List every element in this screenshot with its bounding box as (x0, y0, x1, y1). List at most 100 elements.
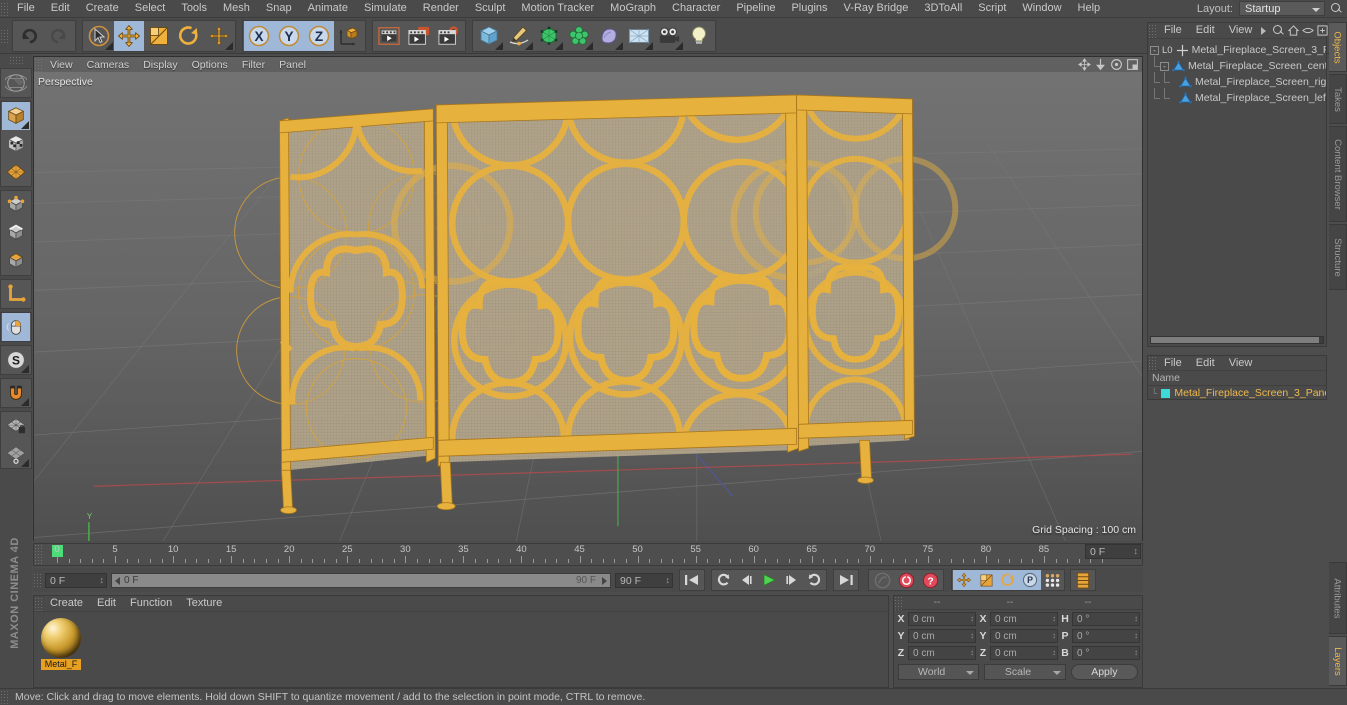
points-mode-button[interactable] (2, 191, 30, 219)
viewport-menu-filter[interactable]: Filter (235, 58, 272, 72)
size-z-field[interactable]: 0 cm (990, 645, 1058, 660)
viewport-menu-panel[interactable]: Panel (272, 58, 313, 72)
rotation-p-field[interactable]: 0 ° (1072, 628, 1140, 643)
menu-snap[interactable]: Snap (258, 0, 300, 17)
autokeying-button[interactable] (870, 570, 894, 590)
orbit-icon[interactable] (1110, 58, 1123, 71)
object-tree-row[interactable]: Metal_Fireplace_Screen_left (1150, 88, 1326, 106)
collapse-toggle[interactable]: - (1150, 45, 1159, 55)
add-generator-button[interactable] (534, 21, 564, 51)
rotation-h-field[interactable]: 0 ° (1072, 611, 1140, 626)
dolly-icon[interactable] (1094, 58, 1107, 71)
pla-key-button[interactable] (1041, 570, 1063, 590)
axis-x-lock-button[interactable]: X (244, 20, 274, 51)
menu-render[interactable]: Render (415, 0, 467, 17)
dock-tab-attributes[interactable]: Attributes (1329, 562, 1347, 634)
menu-window[interactable]: Window (1014, 0, 1069, 17)
menu-pipeline[interactable]: Pipeline (728, 0, 783, 17)
model-mode-button[interactable] (2, 102, 30, 130)
left-toolbar-grip[interactable] (9, 56, 23, 65)
coordinates-grip[interactable] (894, 595, 903, 610)
go-to-end-button[interactable] (835, 570, 857, 590)
snap-button[interactable] (2, 379, 30, 407)
viewport-menu-cameras[interactable]: Cameras (80, 58, 137, 72)
param-key-button[interactable]: P (1019, 570, 1041, 590)
eye-icon[interactable] (1302, 26, 1315, 35)
menu-mesh[interactable]: Mesh (215, 0, 258, 17)
add-spline-button[interactable] (504, 21, 534, 51)
menu-edit[interactable]: Edit (43, 0, 78, 17)
menu-select[interactable]: Select (127, 0, 174, 17)
object-axis-button[interactable] (2, 280, 30, 308)
search-icon[interactable] (1271, 24, 1285, 38)
play-forward-button[interactable] (803, 570, 825, 590)
timeline-grip[interactable] (34, 544, 43, 565)
menu-sculpt[interactable]: Sculpt (467, 0, 514, 17)
position-z-field[interactable]: 0 cm (908, 645, 976, 660)
new-layer-icon[interactable] (1317, 25, 1328, 36)
live-selection-button[interactable] (84, 21, 114, 51)
viewport-menu-display[interactable]: Display (136, 58, 184, 72)
record-active-objects-button[interactable] (894, 570, 918, 590)
scroll-right-arrow[interactable] (602, 576, 607, 585)
dock-tab-layers[interactable]: Layers (1329, 636, 1347, 686)
viewport-menu-options[interactable]: Options (185, 58, 235, 72)
rotation-key-button[interactable] (997, 570, 1019, 590)
object-manager-scrollbar[interactable] (1150, 336, 1324, 344)
dock-tab-structure[interactable]: Structure (1329, 224, 1347, 290)
undo-button[interactable] (14, 21, 44, 51)
timeline-ruler[interactable]: 051015202530354045505560657075808590 (33, 543, 1143, 566)
menu-script[interactable]: Script (970, 0, 1014, 17)
add-camera-button[interactable] (654, 21, 684, 51)
layer-menu-view[interactable]: View (1222, 355, 1260, 371)
menu-v-ray-bridge[interactable]: V-Ray Bridge (836, 0, 917, 17)
add-cube-button[interactable] (474, 21, 504, 51)
layout-dropdown[interactable]: Startup (1239, 1, 1325, 16)
scale-key-button[interactable] (975, 570, 997, 590)
layer-menu-file[interactable]: File (1157, 355, 1189, 371)
texture-mode-button[interactable] (2, 130, 30, 158)
rotate-tool-button[interactable] (174, 21, 204, 51)
position-x-field[interactable]: 0 cm (908, 611, 976, 626)
maximize-viewport-icon[interactable] (1126, 58, 1139, 71)
menu-create[interactable]: Create (78, 0, 127, 17)
render-view-button[interactable] (374, 21, 404, 51)
soft-selection-button[interactable]: S (2, 346, 30, 374)
menu-help[interactable]: Help (1070, 0, 1109, 17)
dock-tab-takes[interactable]: Takes (1329, 74, 1347, 124)
axis-y-lock-button[interactable]: Y (274, 20, 304, 51)
edges-mode-button[interactable] (2, 219, 30, 247)
object-manager-grip[interactable] (1148, 23, 1157, 38)
scrollbar-thumb[interactable] (1151, 337, 1319, 343)
play-button[interactable] (757, 570, 781, 590)
move-tool-button[interactable] (114, 20, 144, 51)
menu-simulate[interactable]: Simulate (356, 0, 415, 17)
previous-frame-button[interactable] (735, 570, 757, 590)
workplane-mode-button[interactable] (2, 158, 30, 186)
object-menu-file[interactable]: File (1157, 22, 1189, 38)
object-tree-row[interactable]: -L0 Metal_Fireplace_Screen_3_Panel_G (1150, 42, 1326, 58)
timeline-preview-field[interactable]: 0 F (1085, 544, 1141, 559)
world-coordinates-button[interactable] (334, 21, 364, 51)
menu-animate[interactable]: Animate (300, 0, 356, 17)
redo-button[interactable] (44, 21, 74, 51)
position-key-button[interactable] (953, 570, 975, 590)
material-menu-create[interactable]: Create (43, 595, 90, 611)
layer-row[interactable]: └ Metal_Fireplace_Screen_3_Panel_G (1148, 386, 1326, 400)
menu-character[interactable]: Character (664, 0, 728, 17)
layer-manager-grip[interactable] (1148, 356, 1157, 370)
timeline-track[interactable]: 051015202530354045505560657075808590 (43, 544, 1142, 565)
object-tree-row[interactable]: Metal_Fireplace_Screen_right (1150, 72, 1326, 90)
go-to-start-button[interactable] (681, 570, 703, 590)
object-menu-edit[interactable]: Edit (1189, 22, 1222, 38)
perspective-viewport[interactable]: Y X ViewCamerasDisplayOptionsFilterPanel (33, 56, 1143, 542)
render-to-picture-viewer-button[interactable] (404, 21, 434, 51)
pan-icon[interactable] (1078, 58, 1091, 71)
keyframe-selection-button[interactable]: ? (918, 570, 942, 590)
play-reverse-button[interactable] (713, 570, 735, 590)
material-grip[interactable] (34, 596, 43, 611)
dock-tab-content-browser[interactable]: Content Browser (1329, 126, 1347, 222)
toolbar-grip[interactable] (0, 28, 9, 43)
object-tree-row[interactable]: - Metal_Fireplace_Screen_central (1150, 56, 1326, 74)
coordinate-mode-select[interactable]: Scale (984, 664, 1066, 680)
